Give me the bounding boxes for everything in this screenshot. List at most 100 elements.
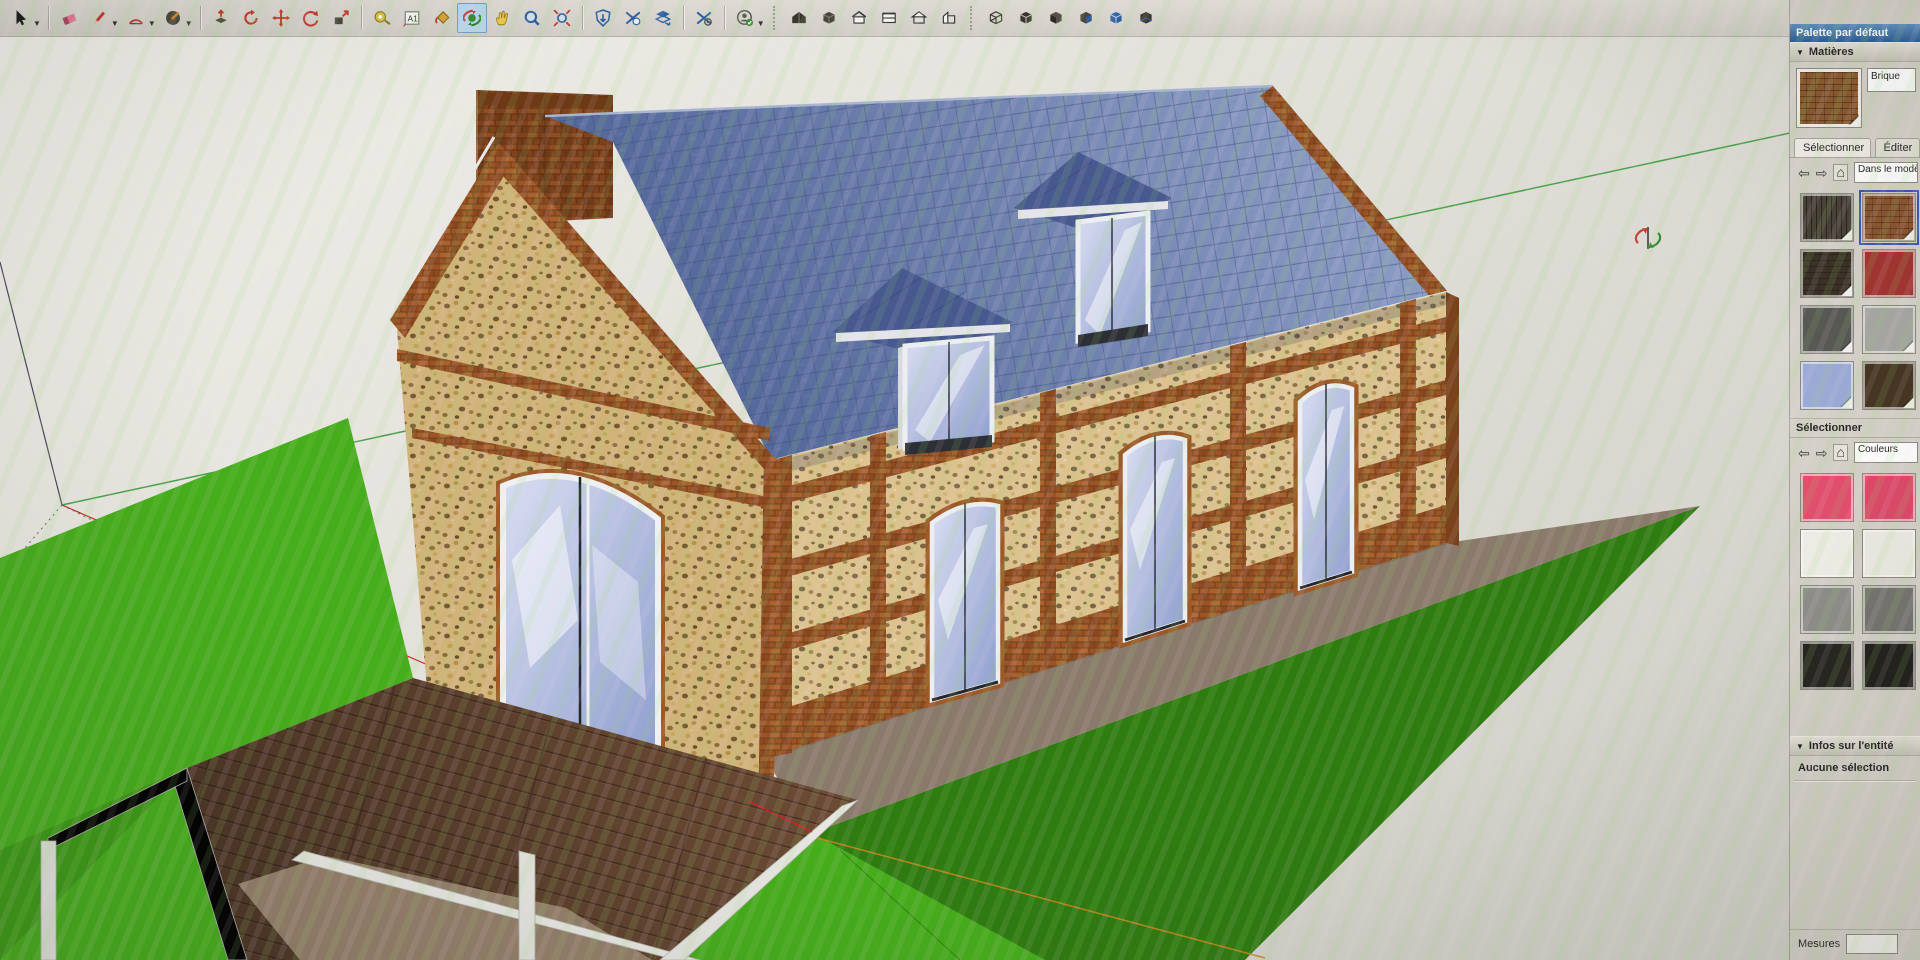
material-swatch-blue-gray[interactable] [1800, 361, 1854, 410]
back-arrow-icon[interactable]: ⇦ [1798, 446, 1810, 460]
material-swatch-red[interactable] [1862, 249, 1916, 298]
monochrome-box-icon [1107, 9, 1125, 27]
color-swatch-black-2[interactable] [1862, 641, 1916, 690]
text-tool-button[interactable]: A1 [397, 3, 427, 33]
push-pull-icon [212, 9, 230, 27]
model-update-button[interactable] [588, 3, 618, 33]
deck-post-center [519, 851, 535, 960]
move-icon [272, 9, 290, 27]
style-shaded-button[interactable] [1041, 3, 1071, 33]
select-tool-button[interactable] [6, 3, 36, 33]
line-dropdown-caret[interactable]: ▼ [111, 19, 119, 28]
arc-tool-button[interactable] [121, 3, 151, 33]
follow-me-tool-button[interactable] [236, 3, 266, 33]
eraser-icon [60, 9, 78, 27]
facade-window-3 [1300, 384, 1352, 588]
rotate-icon [302, 9, 320, 27]
house-front-icon [850, 9, 868, 27]
offset-icon [332, 9, 350, 27]
measurements-label: Mesures [1798, 938, 1840, 950]
style-xray-button[interactable] [1131, 3, 1161, 33]
material-name-field[interactable]: Brique [1867, 68, 1916, 92]
rotate-tool-button[interactable] [296, 3, 326, 33]
material-swatch-dark-gray[interactable] [1800, 305, 1854, 354]
view-model-button[interactable] [814, 3, 844, 33]
color-collection-dropdown[interactable]: Couleurs [1854, 442, 1918, 463]
color-swatch-black-1[interactable] [1800, 641, 1854, 690]
style-wireframe-button[interactable] [981, 3, 1011, 33]
material-swatch-dark-wood[interactable] [1800, 193, 1854, 242]
model-viewport[interactable] [0, 0, 1790, 960]
style-textured-button[interactable] [1071, 3, 1101, 33]
forward-arrow-icon[interactable]: ⇨ [1816, 166, 1828, 180]
section-tool-button[interactable] [689, 3, 719, 33]
measurements-input[interactable] [1846, 934, 1898, 954]
material-preview-thumb[interactable] [1796, 68, 1862, 128]
house-top-icon [880, 9, 898, 27]
entity-info-section-header[interactable]: ▼ Infos sur l'entité [1790, 736, 1920, 756]
material-swatch-dark-brick[interactable] [1800, 249, 1854, 298]
view-back-button[interactable] [904, 3, 934, 33]
home-icon[interactable]: ⌂ [1833, 444, 1847, 461]
material-swatch-brick[interactable] [1862, 193, 1916, 242]
color-swatch-pink-2[interactable] [1862, 473, 1916, 522]
shield-arrow-icon [594, 9, 612, 27]
select-arrow-icon [12, 9, 30, 27]
view-front-button[interactable] [844, 3, 874, 33]
account-dropdown-caret[interactable]: ▼ [757, 19, 765, 28]
move-tool-button[interactable] [266, 3, 296, 33]
offset-tool-button[interactable] [326, 3, 356, 33]
layers-stack-button[interactable] [648, 3, 678, 33]
orbit-tool-button[interactable] [457, 3, 487, 33]
style-hidden-line-button[interactable] [1011, 3, 1041, 33]
back-arrow-icon[interactable]: ⇦ [1798, 166, 1810, 180]
color-swatch-grid [1790, 467, 1920, 698]
color-swatch-white-1[interactable] [1800, 529, 1854, 578]
material-collection-dropdown[interactable]: Dans le modèle [1854, 162, 1918, 183]
tape-measure-tool-button[interactable] [367, 3, 397, 33]
paint-bucket-tool-button[interactable] [427, 3, 457, 33]
shaded-box-icon [1047, 9, 1065, 27]
divider [1794, 780, 1916, 782]
account-button[interactable] [730, 3, 760, 33]
eraser-tool-button[interactable] [54, 3, 84, 33]
zoom-tool-button[interactable] [517, 3, 547, 33]
color-swatch-gray-1[interactable] [1800, 585, 1854, 634]
arc-dropdown-caret[interactable]: ▼ [148, 19, 156, 28]
toolbar-separator [724, 6, 725, 30]
forward-arrow-icon[interactable]: ⇨ [1816, 446, 1828, 460]
material-swatch-dark-brown[interactable] [1862, 361, 1916, 410]
account-icon [736, 9, 754, 27]
zoom-extents-button[interactable] [547, 3, 577, 33]
collapse-icon: ▼ [1796, 48, 1804, 57]
default-tray-panel: Palette par défaut ▼ Matières Brique Sél… [1789, 0, 1920, 960]
axes-tool-button[interactable] [618, 3, 648, 33]
materials-header-label: Matières [1809, 46, 1854, 58]
color-swatch-pink-1[interactable] [1800, 473, 1854, 522]
style-monochrome-button[interactable] [1101, 3, 1131, 33]
toolbar-drag-handle[interactable] [970, 6, 975, 30]
view-top-button[interactable] [874, 3, 904, 33]
tab-editer[interactable]: Éditer [1875, 138, 1920, 157]
circle-dropdown-caret[interactable]: ▼ [185, 19, 193, 28]
home-icon[interactable]: ⌂ [1833, 164, 1847, 181]
line-tool-button[interactable] [84, 3, 114, 33]
toolbar-separator [361, 6, 362, 30]
view-iso-button[interactable] [784, 3, 814, 33]
box-icon [820, 9, 838, 27]
push-pull-tool-button[interactable] [206, 3, 236, 33]
house-back-icon [910, 9, 928, 27]
toolbar-drag-handle[interactable] [773, 6, 778, 30]
section-icon [695, 9, 713, 27]
circle-tool-button[interactable] [158, 3, 188, 33]
tab-selectionner[interactable]: Sélectionner [1794, 138, 1871, 157]
select-dropdown-caret[interactable]: ▼ [33, 19, 41, 28]
materials-section-header[interactable]: ▼ Matières [1790, 42, 1920, 62]
tray-title: Palette par défaut [1790, 24, 1920, 42]
color-swatch-white-2[interactable] [1862, 529, 1916, 578]
view-side-button[interactable] [934, 3, 964, 33]
material-swatch-light-gray[interactable] [1862, 305, 1916, 354]
color-swatch-gray-2[interactable] [1862, 585, 1916, 634]
pan-tool-button[interactable] [487, 3, 517, 33]
facade-window-2 [1125, 436, 1185, 640]
